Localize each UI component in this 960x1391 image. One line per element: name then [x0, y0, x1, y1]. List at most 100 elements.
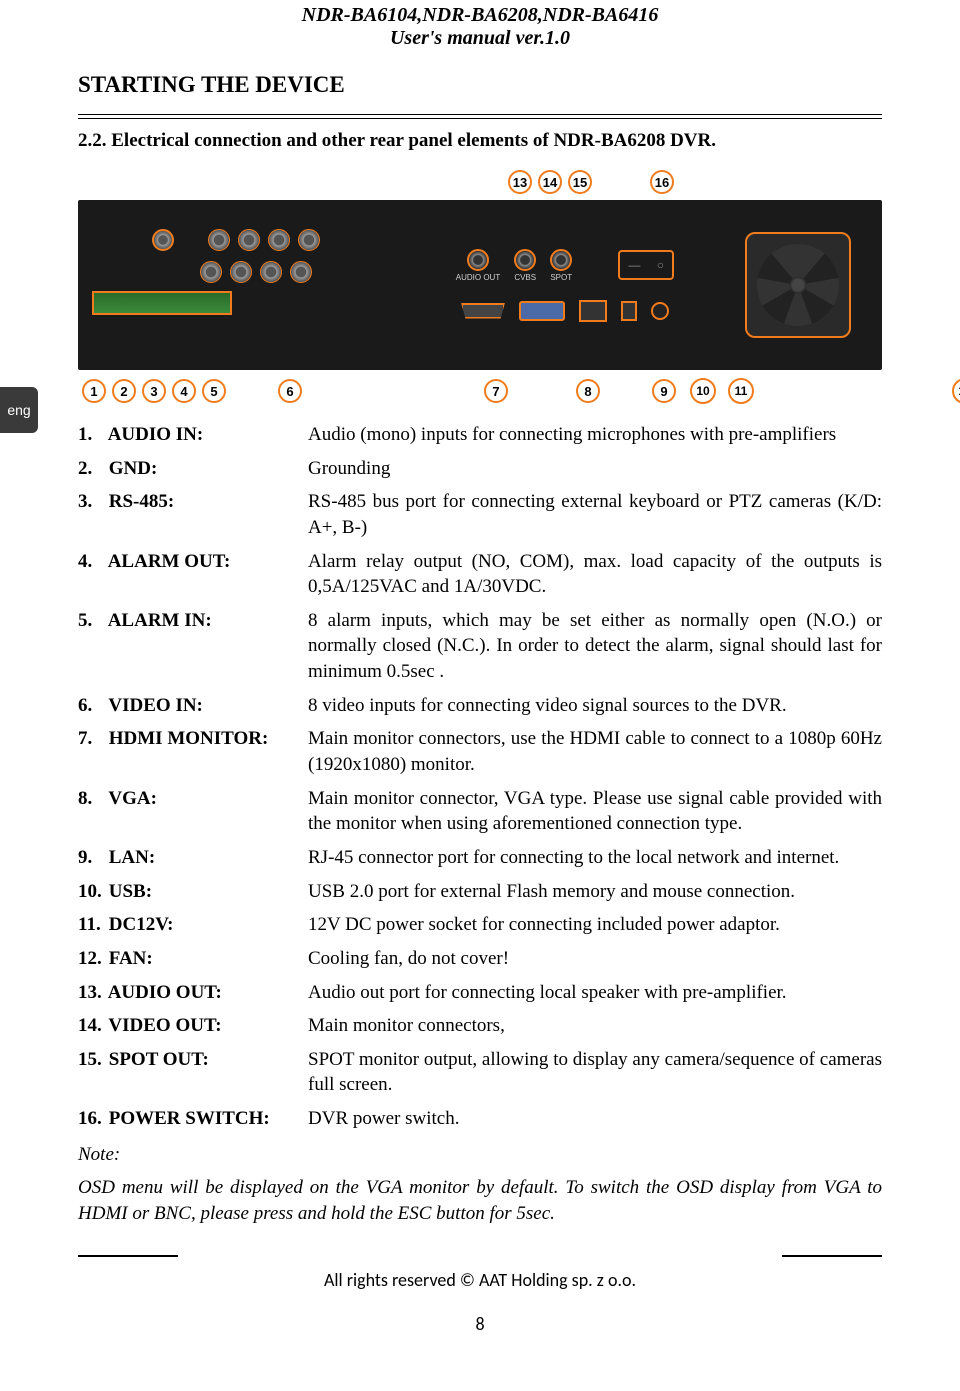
- terminal-block-icon: [92, 291, 232, 315]
- definition-description: Main monitor connector, VGA type. Please…: [308, 786, 882, 837]
- note-label: Note:: [78, 1142, 882, 1168]
- panel-mid-zone: AUDIO OUT CVBS SPOT — ○: [402, 215, 728, 355]
- footer-rule-left: [78, 1255, 178, 1257]
- language-tab-label: eng: [7, 402, 30, 418]
- video-in-port-icon: [238, 229, 260, 251]
- definition-term: 15. SPOT OUT:: [78, 1047, 298, 1073]
- subsection-title: 2.2. Electrical connection and other rea…: [0, 120, 960, 152]
- definition-number: 4.: [78, 549, 104, 575]
- definition-number: 16.: [78, 1106, 104, 1132]
- panel-left-zone: [92, 215, 402, 355]
- definition-number: 12.: [78, 946, 104, 972]
- rear-panel-diagram: 13141516: [78, 170, 882, 404]
- definition-description: DVR power switch.: [308, 1106, 882, 1132]
- definitions-list: 1. AUDIO IN: Audio (mono) inputs for conn…: [78, 422, 882, 1227]
- callout-marker: 5: [202, 379, 226, 403]
- definition-description: Main monitor connectors, use the HDMI ca…: [308, 726, 882, 777]
- spot-label: SPOT: [550, 273, 572, 282]
- video-in-port-icon: [290, 261, 312, 283]
- video-in-port-icon: [298, 229, 320, 251]
- definition-term: 2. GND:: [78, 456, 298, 482]
- document-page: NDR-BA6104,NDR-BA6208,NDR-BA6416 User's …: [0, 0, 960, 1391]
- fan-grille-icon: [745, 232, 851, 338]
- header-line-models: NDR-BA6104,NDR-BA6208,NDR-BA6416: [0, 4, 960, 27]
- switch-on-symbol: ○: [657, 258, 664, 272]
- definition-description: Main monitor connectors,: [308, 1013, 882, 1039]
- definition-number: 7.: [78, 726, 104, 752]
- rear-panel: AUDIO OUT CVBS SPOT — ○: [78, 200, 882, 370]
- page-header: NDR-BA6104,NDR-BA6208,NDR-BA6416 User's …: [0, 0, 960, 50]
- callout-marker: 10: [690, 378, 716, 404]
- definition-description: Grounding: [308, 456, 882, 482]
- definition-number: 9.: [78, 845, 104, 871]
- definition-label: USB:: [104, 881, 152, 902]
- definition-description: Audio out port for connecting local spea…: [308, 980, 882, 1006]
- spot-port-icon: [550, 249, 572, 271]
- definition-term: 6. VIDEO IN:: [78, 693, 298, 719]
- definition-number: 5.: [78, 608, 104, 634]
- definition-description: Audio (mono) inputs for connecting micro…: [308, 422, 882, 448]
- language-tab: eng: [0, 387, 38, 433]
- definition-label: ALARM IN:: [104, 610, 212, 631]
- definition-term: 1. AUDIO IN:: [78, 422, 298, 448]
- definition-number: 6.: [78, 693, 104, 719]
- definition-number: 15.: [78, 1047, 104, 1073]
- definition-description: 8 alarm inputs, which may be set either …: [308, 608, 882, 685]
- switch-off-symbol: —: [628, 258, 640, 272]
- definition-term: 14. VIDEO OUT:: [78, 1013, 298, 1039]
- definition-label: ALARM OUT:: [104, 551, 230, 572]
- callout-marker: 15: [568, 170, 592, 194]
- note-body: OSD menu will be displayed on the VGA mo…: [78, 1175, 882, 1226]
- definition-term: 13. AUDIO OUT:: [78, 980, 298, 1006]
- definition-description: RJ-45 connector port for connecting to t…: [308, 845, 882, 871]
- bnc-row-bottom: [152, 261, 402, 283]
- video-in-port-icon: [260, 261, 282, 283]
- audio-out-label: AUDIO OUT: [456, 273, 500, 282]
- callout-marker: 1: [82, 379, 106, 403]
- callout-marker: 6: [278, 379, 302, 403]
- definition-number: 10.: [78, 879, 104, 905]
- video-in-port-icon: [268, 229, 290, 251]
- definition-number: 1.: [78, 422, 104, 448]
- definition-description: USB 2.0 port for external Flash memory a…: [308, 879, 882, 905]
- video-in-port-icon: [200, 261, 222, 283]
- divider-double-rule: [78, 114, 882, 120]
- footer-text: All rights reserved © AAT Holding sp. z …: [0, 1269, 960, 1291]
- definition-label: DC12V:: [104, 914, 174, 935]
- header-line-version: User's manual ver.1.0: [0, 27, 960, 50]
- definition-label: RS-485:: [104, 491, 174, 512]
- definition-term: 5. ALARM IN:: [78, 608, 298, 634]
- footer-rule: [78, 1255, 882, 1265]
- definition-term: 3. RS-485:: [78, 489, 298, 515]
- audio-out-port-icon: [467, 249, 489, 271]
- definition-term: 11. DC12V:: [78, 912, 298, 938]
- definition-label: AUDIO IN:: [104, 424, 203, 445]
- definition-number: 3.: [78, 489, 104, 515]
- definition-label: VIDEO OUT:: [104, 1015, 222, 1036]
- definition-description: 8 video inputs for connecting video sign…: [308, 693, 882, 719]
- lan-port-icon: [579, 300, 607, 322]
- definition-label: FAN:: [104, 948, 153, 969]
- definition-label: SPOT OUT:: [104, 1049, 209, 1070]
- definition-label: HDMI MONITOR:: [104, 728, 268, 749]
- definition-number: 11.: [78, 912, 104, 938]
- cvbs-port-icon: [514, 249, 536, 271]
- callout-marker: 14: [538, 170, 562, 194]
- definition-term: 4. ALARM OUT:: [78, 549, 298, 575]
- video-in-port-icon: [230, 261, 252, 283]
- definition-label: VIDEO IN:: [104, 695, 203, 716]
- callout-row-bottom: 123456789101112: [78, 378, 882, 404]
- definition-label: LAN:: [104, 847, 155, 868]
- definition-description: RS-485 bus port for connecting external …: [308, 489, 882, 540]
- cvbs-label: CVBS: [514, 273, 536, 282]
- hdmi-port-icon: [461, 303, 505, 319]
- fan-blade-icon: [757, 244, 839, 326]
- definition-term: 8. VGA:: [78, 786, 298, 812]
- page-number: 8: [0, 1313, 960, 1335]
- video-in-port-icon: [208, 229, 230, 251]
- av-bottom-row: [461, 300, 669, 322]
- callout-marker: 4: [172, 379, 196, 403]
- panel-right-zone: [728, 215, 868, 355]
- power-switch-icon: — ○: [618, 250, 674, 280]
- callout-marker: 16: [650, 170, 674, 194]
